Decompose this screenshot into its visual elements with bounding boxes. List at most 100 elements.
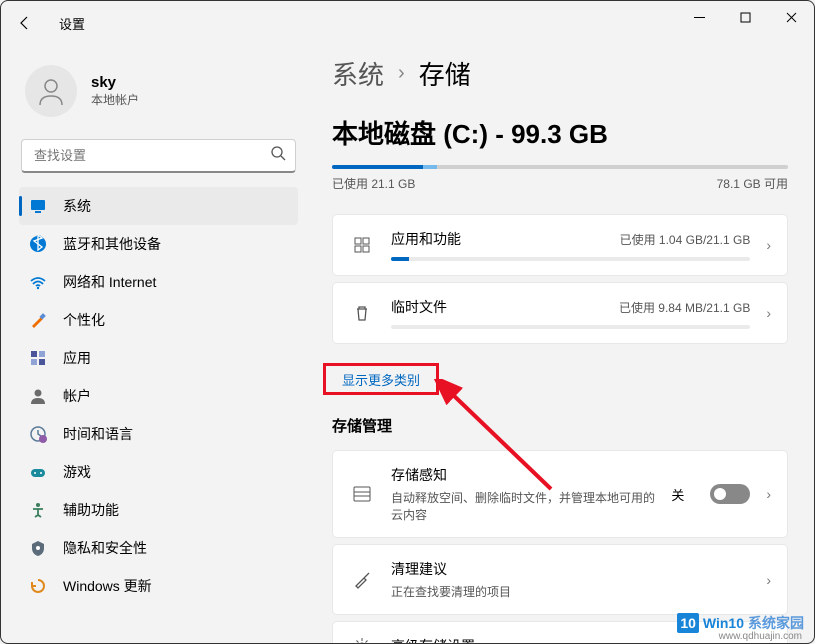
back-button[interactable] (9, 7, 41, 39)
toggle-label: 关 (671, 485, 684, 504)
show-more-categories-link[interactable]: 显示更多类别 (334, 364, 428, 395)
cleanup-title: 清理建议 (391, 559, 750, 579)
maximize-button[interactable] (722, 1, 768, 33)
disk-used-label: 已使用 21.1 GB (332, 175, 415, 192)
account-icon (29, 387, 47, 405)
content-area: sky 本地帐户 系统蓝牙和其他设备网络和 Internet 个性化应用帐户时间和… (1, 45, 814, 643)
broom-icon (349, 570, 375, 590)
nav-label: 个性化 (63, 310, 105, 330)
storage-sense-toggle[interactable] (710, 484, 750, 504)
category-card[interactable]: 临时文件 已使用 9.84 MB/21.1 GB › (332, 282, 788, 344)
watermark-url: www.qdhuajin.com (719, 631, 802, 642)
brush-icon (29, 311, 47, 329)
game-icon (29, 463, 47, 481)
search-box (21, 139, 296, 173)
nav-label: 系统 (63, 196, 91, 216)
gear-icon (349, 636, 375, 643)
time-icon (29, 425, 47, 443)
advanced-title: 高级存储设置 (391, 636, 771, 643)
disk-bar-segment-1 (332, 165, 423, 169)
nav-label: 游戏 (63, 462, 91, 482)
category-usage: 已使用 9.84 MB/21.1 GB (619, 299, 750, 316)
watermark-badge: 10 (677, 613, 699, 633)
disk-usage-bar (332, 165, 788, 169)
disk-bar-segment-2 (423, 165, 437, 169)
chevron-right-icon: › (398, 62, 405, 85)
nav-label: 辅助功能 (63, 500, 119, 520)
nav-label: 时间和语言 (63, 424, 133, 444)
titlebar: 设置 (1, 1, 814, 45)
access-icon (29, 501, 47, 519)
nav-item-game[interactable]: 游戏 (19, 453, 298, 491)
search-input[interactable] (21, 139, 296, 173)
nav-item-apps[interactable]: 应用 (19, 339, 298, 377)
bluetooth-icon (29, 235, 47, 253)
apps-icon (29, 349, 47, 367)
nav-label: 隐私和安全性 (63, 538, 147, 558)
arrow-left-icon (17, 15, 33, 31)
search-icon (271, 146, 286, 166)
user-sub: 本地帐户 (91, 91, 139, 108)
person-icon (36, 76, 66, 106)
category-list: 应用和功能 已使用 1.04 GB/21.1 GB › 临时文件 已使用 9.8… (332, 214, 788, 344)
chevron-right-icon: › (766, 486, 771, 502)
nav-item-update[interactable]: Windows 更新 (19, 567, 298, 605)
avatar (25, 65, 77, 117)
breadcrumb: 系统 › 存储 (332, 55, 788, 92)
watermark: 10 Win10 系统家园 (677, 613, 804, 633)
breadcrumb-current: 存储 (419, 55, 471, 92)
storage-sense-icon (349, 484, 375, 504)
storage-sense-desc: 自动释放空间、删除临时文件，并管理本地可用的云内容 (391, 489, 655, 523)
update-icon (29, 577, 47, 595)
privacy-icon (29, 539, 47, 557)
nav-item-account[interactable]: 帐户 (19, 377, 298, 415)
sidebar: sky 本地帐户 系统蓝牙和其他设备网络和 Internet 个性化应用帐户时间和… (1, 45, 306, 643)
cleanup-card[interactable]: 清理建议 正在查找要清理的项目 › (332, 544, 788, 615)
nav-label: 应用 (63, 348, 91, 368)
storage-management-heading: 存储管理 (332, 415, 788, 436)
minimize-icon (694, 12, 705, 23)
nav-item-wifi[interactable]: 网络和 Internet (19, 263, 298, 301)
minimize-button[interactable] (676, 1, 722, 33)
nav-list: 系统蓝牙和其他设备网络和 Internet 个性化应用帐户时间和语言游戏辅助功能隐… (19, 187, 298, 605)
system-icon (29, 197, 47, 215)
nav-item-privacy[interactable]: 隐私和安全性 (19, 529, 298, 567)
nav-label: 蓝牙和其他设备 (63, 234, 161, 254)
main-content: 系统 › 存储 本地磁盘 (C:) - 99.3 GB 已使用 21.1 GB … (306, 45, 814, 643)
nav-item-brush[interactable]: 个性化 (19, 301, 298, 339)
wifi-icon (29, 273, 47, 291)
watermark-brand: Win10 (703, 615, 744, 631)
close-button[interactable] (768, 1, 814, 33)
category-card[interactable]: 应用和功能 已使用 1.04 GB/21.1 GB › (332, 214, 788, 276)
category-usage: 已使用 1.04 GB/21.1 GB (620, 231, 751, 248)
maximize-icon (740, 12, 751, 23)
disk-meta: 已使用 21.1 GB 78.1 GB 可用 (332, 175, 788, 192)
disk-title: 本地磁盘 (C:) - 99.3 GB (332, 114, 788, 151)
nav-item-system[interactable]: 系统 (19, 187, 298, 225)
close-icon (786, 12, 797, 23)
nav-item-bluetooth[interactable]: 蓝牙和其他设备 (19, 225, 298, 263)
storage-sense-title: 存储感知 (391, 465, 655, 485)
chevron-right-icon: › (766, 237, 771, 253)
category-bar (391, 325, 750, 329)
breadcrumb-parent[interactable]: 系统 (332, 55, 384, 92)
trash-icon (349, 304, 375, 322)
chevron-right-icon: › (766, 305, 771, 321)
watermark-suffix: 系统家园 (748, 613, 804, 633)
category-title: 临时文件 (391, 297, 447, 317)
nav-item-time[interactable]: 时间和语言 (19, 415, 298, 453)
window-controls (676, 1, 814, 33)
user-info[interactable]: sky 本地帐户 (19, 57, 298, 135)
cleanup-desc: 正在查找要清理的项目 (391, 583, 750, 600)
apps-grid-icon (349, 236, 375, 254)
storage-sense-card[interactable]: 存储感知 自动释放空间、删除临时文件，并管理本地可用的云内容 关 › (332, 450, 788, 538)
nav-label: Windows 更新 (63, 576, 152, 596)
settings-window: 设置 sky 本地帐户 系统蓝牙和其他设备网络和 Internet个性 (0, 0, 815, 644)
nav-label: 网络和 Internet (63, 272, 156, 292)
nav-item-access[interactable]: 辅助功能 (19, 491, 298, 529)
user-name: sky (91, 74, 139, 91)
category-bar (391, 257, 750, 261)
category-title: 应用和功能 (391, 229, 461, 249)
chevron-right-icon: › (766, 572, 771, 588)
nav-label: 帐户 (63, 386, 91, 406)
